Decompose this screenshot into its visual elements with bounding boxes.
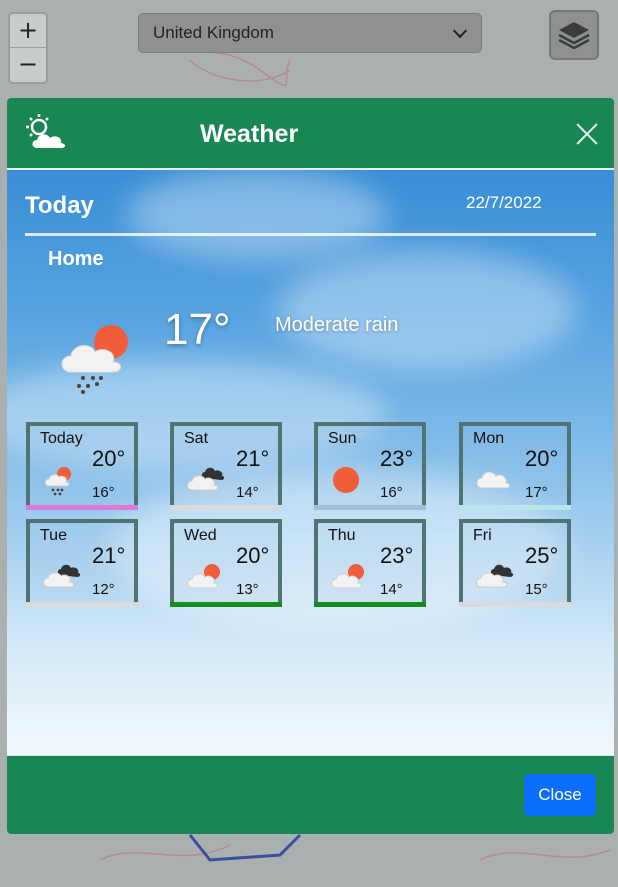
low-temperature: 17° xyxy=(525,484,548,501)
low-temperature: 14° xyxy=(380,581,403,598)
day-color-bar xyxy=(459,602,571,607)
day-name: Tue xyxy=(40,527,67,544)
day-name: Sun xyxy=(328,430,357,447)
cloud-icon xyxy=(476,471,511,489)
today-heading: Today xyxy=(25,192,94,219)
low-temperature: 16° xyxy=(380,484,403,501)
forecast-card[interactable]: Mon 20° 17° xyxy=(459,422,571,510)
low-temperature: 16° xyxy=(92,484,115,501)
day-name: Thu xyxy=(328,527,356,544)
high-temperature: 20° xyxy=(525,446,559,471)
dark-cloud-icon xyxy=(476,564,514,588)
day-color-bar xyxy=(26,602,138,607)
forecast-card[interactable]: Tue 21° 12° xyxy=(26,519,138,607)
weather-description: Moderate rain xyxy=(275,314,399,336)
modal-footer: Close xyxy=(7,755,614,834)
day-name: Today xyxy=(40,430,83,447)
modal-title: Weather xyxy=(200,120,299,148)
high-temperature: 20° xyxy=(236,543,270,568)
forecast-card[interactable]: Sat 21° 14° xyxy=(170,422,282,510)
forecast-card[interactable]: Fri 25° 15° xyxy=(459,519,571,607)
rain-cloud-sun-icon xyxy=(44,467,71,496)
weather-modal: Weather Today 22/7/2022 Home 17° Moderat… xyxy=(7,98,614,834)
day-name: Wed xyxy=(184,527,217,544)
divider xyxy=(25,233,596,236)
forecast-card[interactable]: Today 20° 16° xyxy=(26,422,138,510)
place-name: Home xyxy=(48,248,104,270)
zoom-out-button[interactable]: − xyxy=(10,48,46,81)
modal-header: Weather xyxy=(7,98,614,170)
forecast-card[interactable]: Wed 20° 13° xyxy=(170,519,282,607)
forecast-card[interactable]: Thu 23° 14° xyxy=(314,519,426,607)
day-color-bar xyxy=(26,505,138,510)
low-temperature: 15° xyxy=(525,581,548,598)
close-button[interactable]: Close xyxy=(524,774,596,816)
rain-cloud-sun-icon xyxy=(61,325,128,394)
day-color-bar xyxy=(459,505,571,510)
day-color-bar xyxy=(314,505,426,510)
cloud-sun-icon xyxy=(187,564,220,589)
low-temperature: 12° xyxy=(92,581,115,598)
high-temperature: 21° xyxy=(236,446,270,471)
modal-body: Today 22/7/2022 Home 17° Moderate rain T… xyxy=(7,170,614,755)
country-select-value: United Kingdom xyxy=(153,23,274,42)
day-color-bar xyxy=(170,602,282,607)
close-icon[interactable] xyxy=(574,121,600,147)
high-temperature: 23° xyxy=(380,446,414,471)
cloud-sun-icon xyxy=(331,564,364,589)
forecast-card[interactable]: Sun 23° 16° xyxy=(314,422,426,510)
high-temperature: 21° xyxy=(92,543,126,568)
high-temperature: 23° xyxy=(380,543,414,568)
high-temperature: 25° xyxy=(525,543,559,568)
day-name: Fri xyxy=(473,527,492,544)
high-temperature: 20° xyxy=(92,446,126,471)
chevron-down-icon xyxy=(452,23,468,39)
zoom-in-button[interactable]: + xyxy=(10,14,46,48)
zoom-control: + − xyxy=(8,12,48,84)
weather-sun-cloud-icon xyxy=(26,114,66,148)
layers-icon xyxy=(558,22,590,50)
day-color-bar xyxy=(170,505,282,510)
date-text: 22/7/2022 xyxy=(466,193,542,212)
sun-icon xyxy=(333,467,359,493)
day-name: Sat xyxy=(184,430,209,447)
low-temperature: 14° xyxy=(236,484,259,501)
day-color-bar xyxy=(314,602,426,607)
layers-button[interactable] xyxy=(549,10,599,60)
country-select[interactable]: United Kingdom xyxy=(138,13,482,53)
dark-cloud-icon xyxy=(187,467,225,491)
current-temperature: 17° xyxy=(164,305,231,354)
dark-cloud-icon xyxy=(43,564,81,588)
day-name: Mon xyxy=(473,430,505,447)
low-temperature: 13° xyxy=(236,581,259,598)
